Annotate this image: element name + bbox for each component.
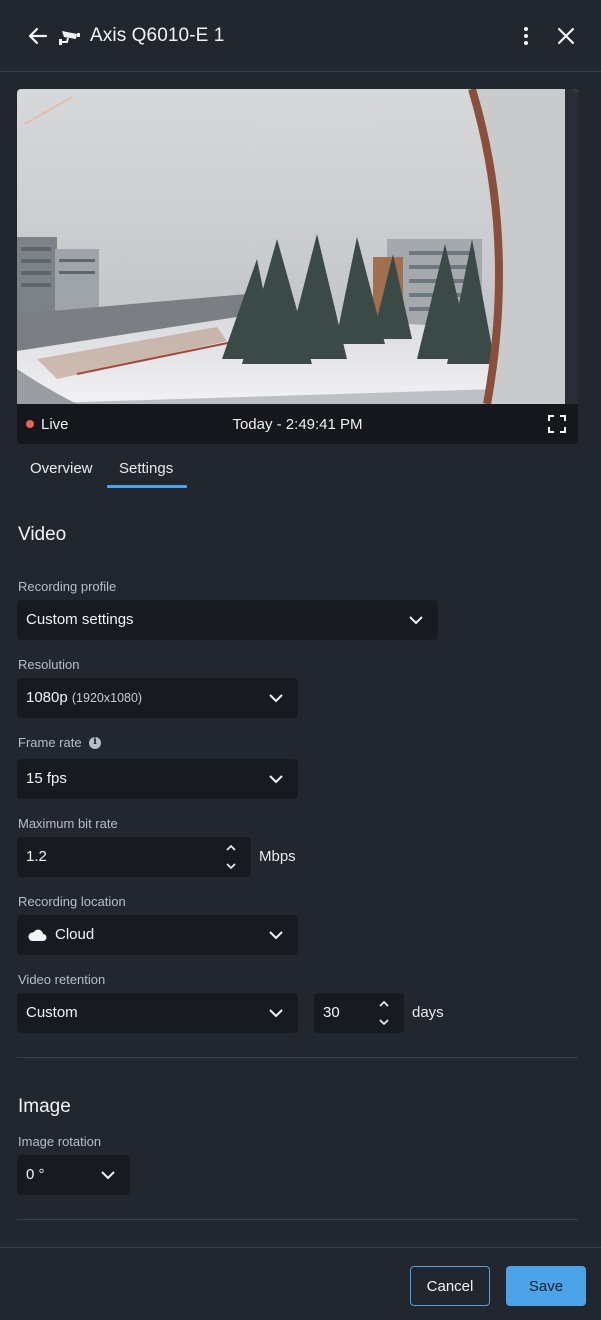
image-rotation-label: Image rotation: [18, 1134, 102, 1149]
vertical-dots-icon[interactable]: [514, 24, 538, 48]
recording-profile-label: Recording profile: [18, 579, 117, 594]
tab-settings[interactable]: Settings: [119, 460, 173, 477]
camera-preview[interactable]: Live Today - 2:49:41 PM: [17, 89, 578, 444]
video-section-title: Video: [18, 524, 67, 545]
chevron-down-icon: [269, 931, 283, 940]
chevron-up-icon[interactable]: [224, 841, 238, 855]
frame-rate-select[interactable]: 15 fps: [17, 759, 298, 799]
security-camera-icon: [59, 31, 80, 45]
frame-rate-label: Frame rate: [18, 735, 82, 750]
bit-rate-unit: Mbps: [259, 848, 296, 865]
close-icon[interactable]: [554, 24, 578, 48]
info-icon[interactable]: i: [89, 736, 101, 749]
image-rotation-select[interactable]: 0 °: [17, 1155, 130, 1195]
active-tab-indicator: [107, 485, 187, 488]
chevron-down-icon[interactable]: [377, 1015, 391, 1029]
chevron-down-icon: [409, 616, 423, 625]
section-divider: [17, 1219, 578, 1220]
device-settings-panel: Axis Q6010-E 1 Live Today - 2:49:41 PM O…: [0, 0, 601, 1320]
resolution-value: 1080p (1920x1080): [26, 689, 142, 706]
recording-location-value: Cloud: [55, 926, 95, 943]
resolution-label: Resolution: [18, 657, 80, 672]
image-rotation-value: 0 °: [26, 1166, 45, 1183]
chevron-down-icon: [101, 1171, 115, 1180]
retention-days-unit: days: [412, 1004, 444, 1021]
chevron-down-icon: [269, 694, 283, 703]
retention-days-value[interactable]: 30: [323, 1004, 340, 1021]
chevron-down-icon: [269, 775, 283, 784]
max-bit-rate-stepper[interactable]: 1.2: [17, 837, 251, 877]
frame-rate-value: 15 fps: [26, 770, 67, 787]
recording-location-label: Recording location: [18, 894, 126, 909]
resolution-main-value: 1080p: [26, 689, 68, 706]
camera-feed-image: [17, 89, 578, 404]
tab-overview[interactable]: Overview: [30, 460, 93, 477]
resolution-detail: (1920x1080): [71, 691, 143, 705]
chevron-down-icon[interactable]: [224, 859, 238, 873]
panel-header: Axis Q6010-E 1: [0, 0, 601, 72]
retention-days-stepper[interactable]: 30: [314, 993, 404, 1033]
recording-profile-select[interactable]: Custom settings: [17, 600, 438, 640]
video-retention-select[interactable]: Custom: [17, 993, 298, 1033]
chevron-down-icon: [269, 1009, 283, 1018]
resolution-select[interactable]: 1080p (1920x1080): [17, 678, 298, 718]
video-timestamp: Today - 2:49:41 PM: [232, 416, 363, 433]
max-bit-rate-label: Maximum bit rate: [18, 816, 118, 831]
section-divider: [17, 1057, 578, 1058]
save-button[interactable]: Save: [506, 1266, 586, 1306]
chevron-up-icon[interactable]: [377, 997, 391, 1011]
video-status-bar: Live Today - 2:49:41 PM: [17, 404, 578, 444]
fullscreen-icon[interactable]: [547, 414, 567, 434]
video-retention-label: Video retention: [18, 972, 106, 987]
cloud-icon: [28, 929, 47, 941]
recording-profile-value: Custom settings: [26, 611, 134, 628]
max-bit-rate-value[interactable]: 1.2: [26, 848, 47, 865]
arrow-left-icon[interactable]: [26, 24, 50, 48]
panel-footer: Cancel Save: [0, 1247, 601, 1320]
image-section-title: Image: [18, 1096, 71, 1117]
video-retention-value: Custom: [26, 1004, 78, 1021]
cancel-button[interactable]: Cancel: [410, 1266, 490, 1306]
recording-location-select[interactable]: Cloud: [17, 915, 298, 955]
device-title: Axis Q6010-E 1: [90, 25, 225, 46]
